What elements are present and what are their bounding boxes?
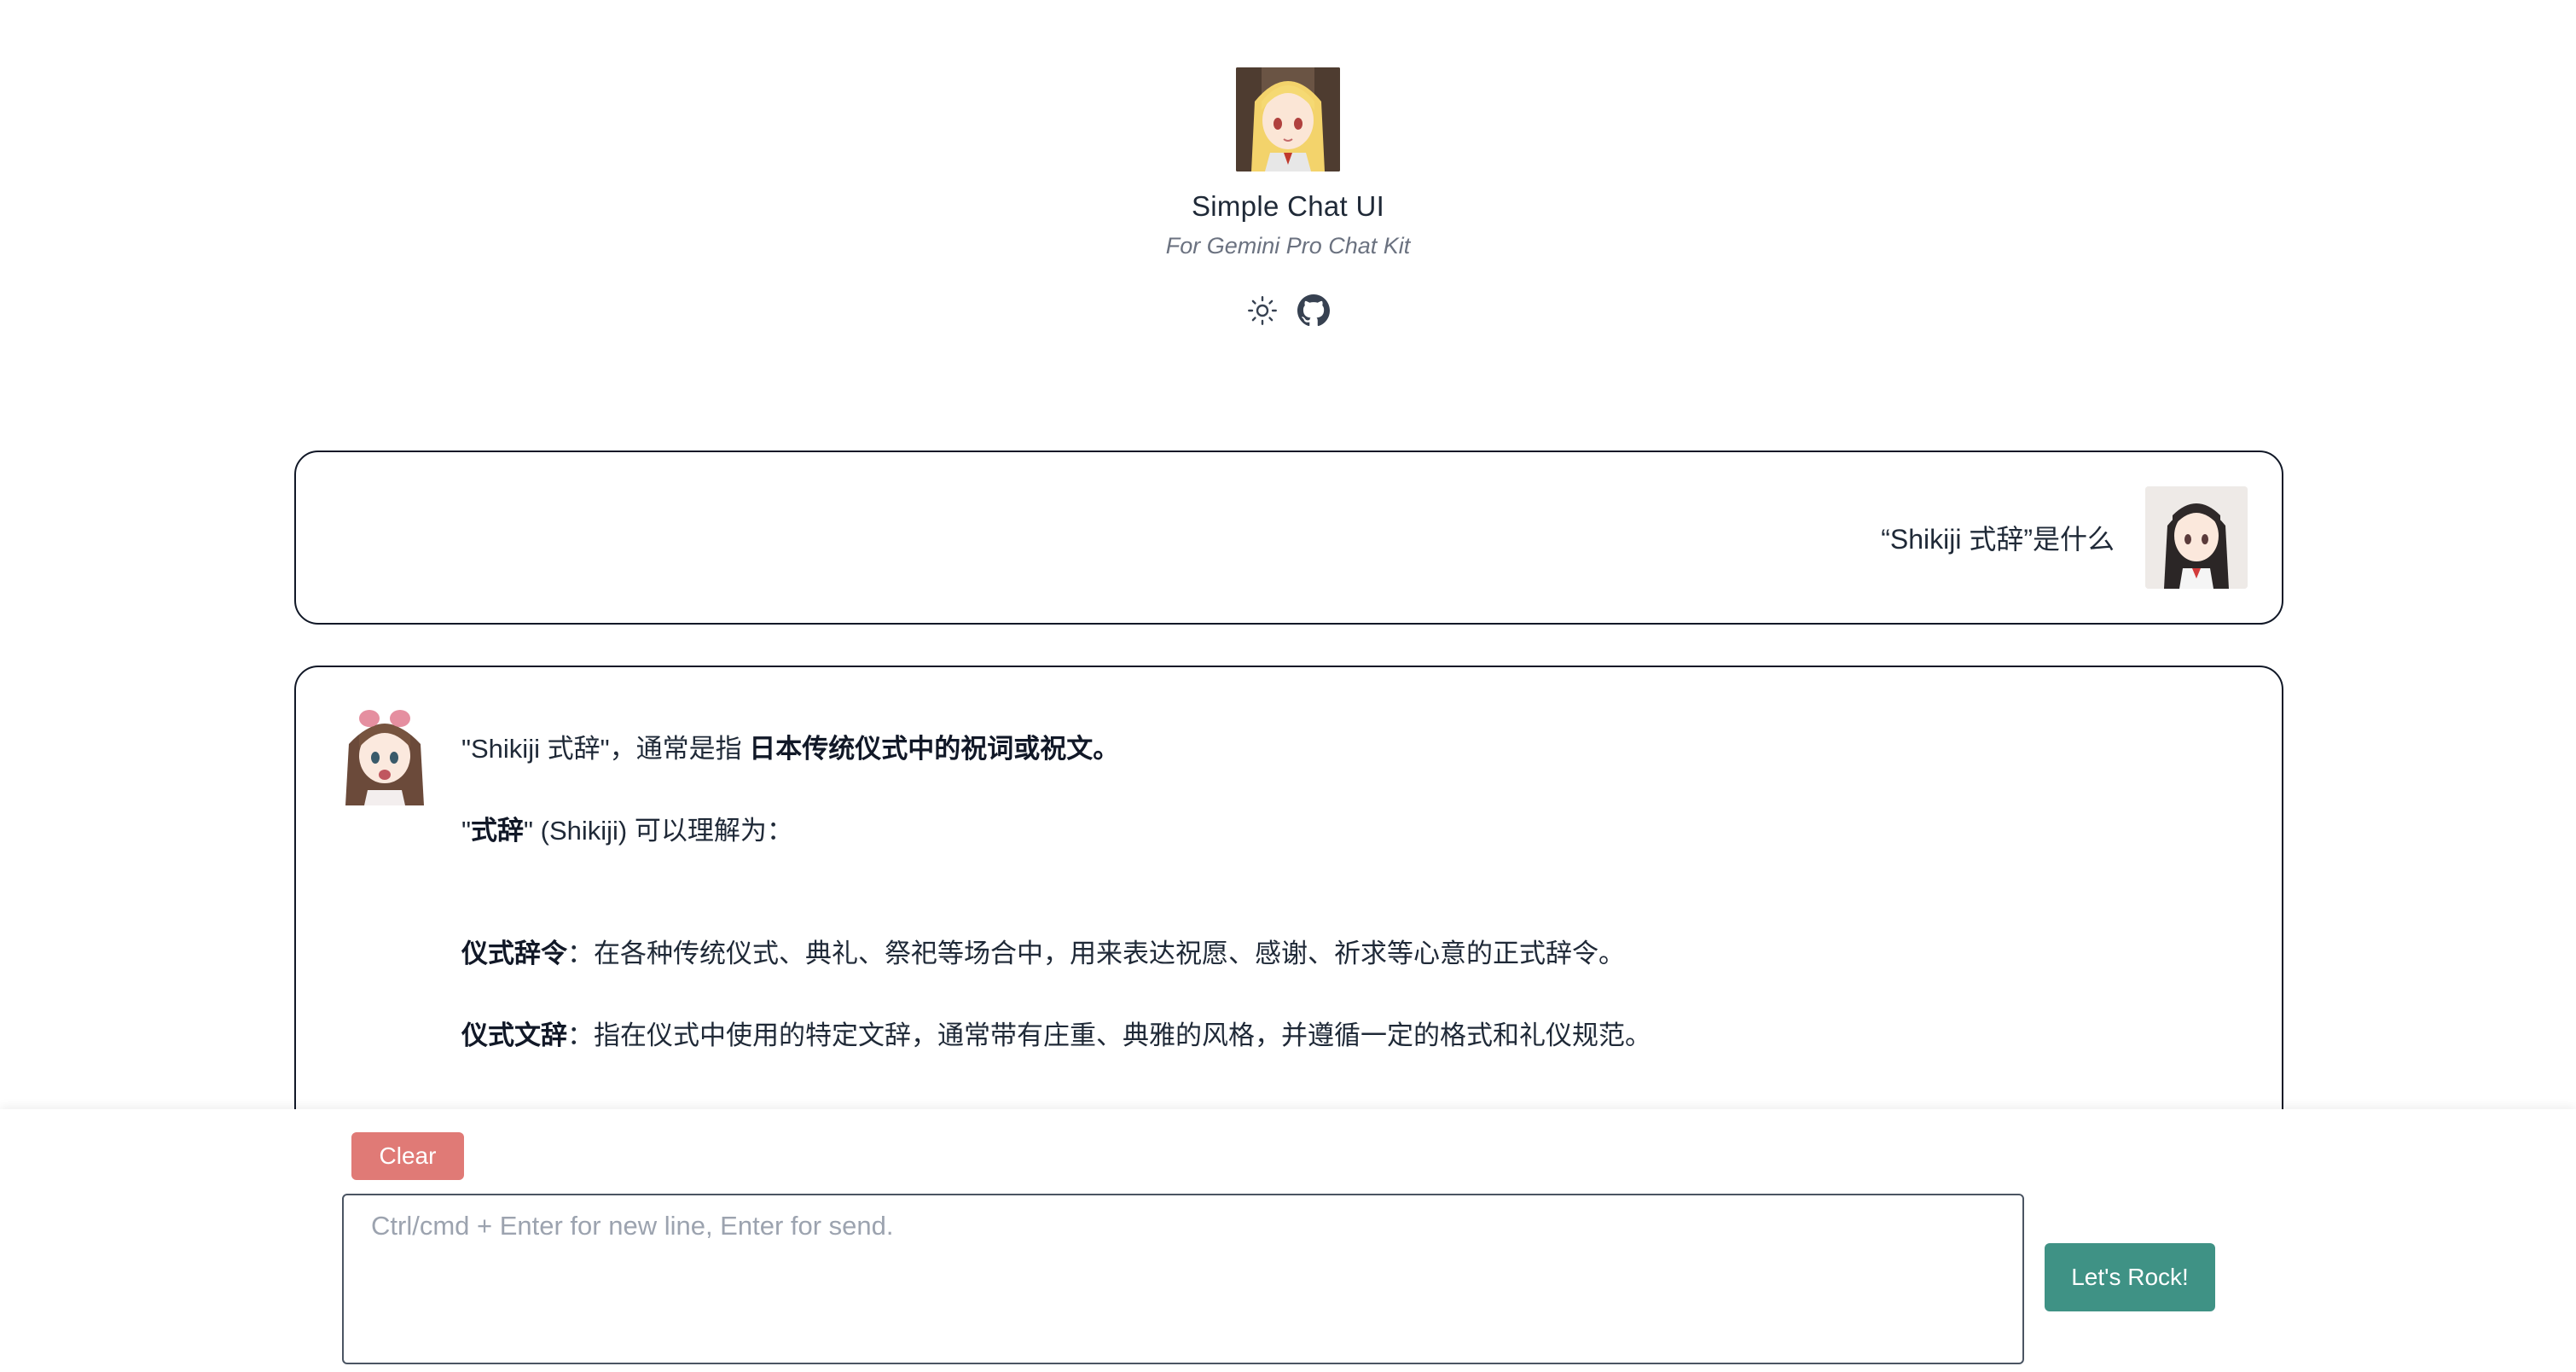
clear-button[interactable]: Clear xyxy=(351,1132,464,1180)
user-avatar xyxy=(2145,486,2248,589)
quote-mark: " xyxy=(461,816,472,846)
composer: Clear Let's Rock! xyxy=(0,1109,2576,1372)
answer-emphasis: 日本传统仪式中的祝词或祝文。 xyxy=(749,734,1120,764)
user-message-text: “Shikiji 式辞”是什么 xyxy=(1881,524,2115,555)
term-explanation: " (Shikiji) 可以理解为： xyxy=(524,816,793,846)
list-item: 仪式辞令：在各种传统仪式、典礼、祭祀等场合中，用来表达祝愿、感谢、祈求等心意的正… xyxy=(461,935,2236,973)
assistant-avatar xyxy=(339,705,431,805)
assistant-message-content: "Shikiji 式辞"，通常是指 日本传统仪式中的祝词或祝文。 "式辞" (S… xyxy=(461,730,2236,1055)
message-input[interactable] xyxy=(342,1194,2024,1364)
app-title: Simple Chat UI xyxy=(1191,190,1385,222)
logo-avatar xyxy=(1236,67,1340,172)
sun-icon[interactable] xyxy=(1244,292,1281,329)
list-item-term: 仪式文辞 xyxy=(461,1020,567,1050)
header: Simple Chat UI For Gemini Pro Chat Kit xyxy=(0,0,2576,329)
user-message: “Shikiji 式辞”是什么 xyxy=(294,451,2283,625)
answer-paragraph: "Shikiji 式辞"，通常是指 日本传统仪式中的祝词或祝文。 xyxy=(461,730,2236,768)
term-emphasis: 式辞 xyxy=(471,816,525,846)
assistant-message: "Shikiji 式辞"，通常是指 日本传统仪式中的祝词或祝文。 "式辞" (S… xyxy=(294,666,2283,1143)
github-icon[interactable] xyxy=(1295,292,1332,329)
list-item: 仪式文辞：指在仪式中使用的特定文辞，通常带有庄重、典雅的风格，并遵循一定的格式和… xyxy=(461,1017,2236,1055)
answer-paragraph: "式辞" (Shikiji) 可以理解为： xyxy=(461,812,2236,850)
answer-intro: "Shikiji 式辞"，通常是指 xyxy=(461,734,750,764)
list-item-text: ：在各种传统仪式、典礼、祭祀等场合中，用来表达祝愿、感谢、祈求等心意的正式辞令。 xyxy=(567,939,1625,968)
header-actions xyxy=(1244,292,1332,329)
chat-page: Simple Chat UI For Gemini Pro Chat Kit “… xyxy=(0,0,2576,1372)
send-button[interactable]: Let's Rock! xyxy=(2045,1243,2215,1311)
app-subtitle: For Gemini Pro Chat Kit xyxy=(1165,233,1411,259)
list-item-term: 仪式辞令 xyxy=(461,939,567,968)
list-item-text: ：指在仪式中使用的特定文辞，通常带有庄重、典雅的风格，并遵循一定的格式和礼仪规范… xyxy=(567,1020,1651,1050)
